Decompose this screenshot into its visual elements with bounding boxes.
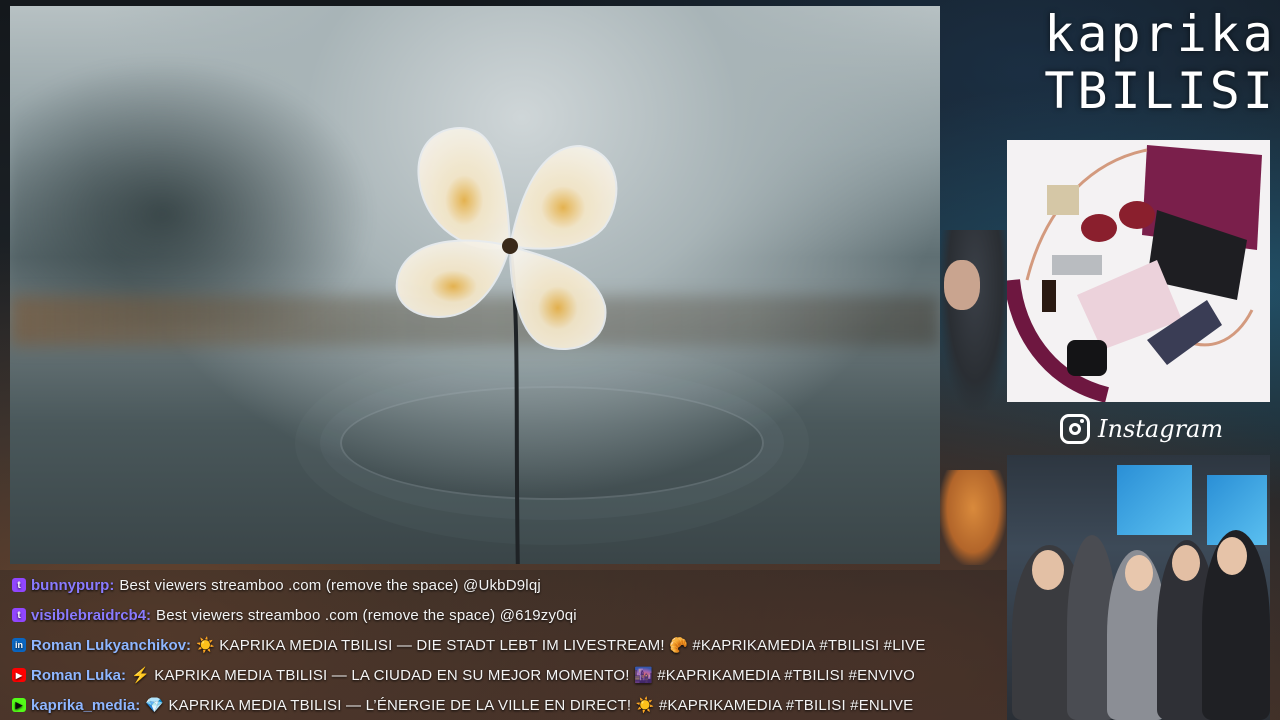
linkedin-icon: in xyxy=(12,638,26,652)
instagram-label: Instagram xyxy=(1098,415,1224,443)
chat-username: Roman Luka: xyxy=(31,666,127,684)
chat-text: ⚡ KAPRIKA MEDIA TBILISI — LA CIUDAD EN S… xyxy=(131,667,915,684)
chat-message: t visiblebraidrcb4: Best viewers streamb… xyxy=(12,600,577,630)
brand-name: kaprika xyxy=(1044,5,1276,63)
chat-overlay: t bunnypurp: Best viewers streamboo .com… xyxy=(0,570,1007,720)
kick-icon: ▶ xyxy=(12,698,26,712)
main-video-feed xyxy=(10,6,940,564)
person-photo xyxy=(940,230,1010,410)
chat-text: 💎 KAPRIKA MEDIA TBILISI — L’ÉNERGIE DE L… xyxy=(145,697,914,714)
chat-text: ☀️ KAPRIKA MEDIA TBILISI — DIE STADT LEB… xyxy=(196,637,926,654)
chat-username: bunnypurp: xyxy=(31,576,115,594)
forest-mist xyxy=(10,46,390,326)
chat-username: visiblebraidrcb4: xyxy=(31,606,152,624)
croissant-photo xyxy=(940,470,1006,565)
chat-message: ▶ Roman Luka: ⚡ KAPRIKA MEDIA TBILISI — … xyxy=(12,660,915,690)
twitch-icon: t xyxy=(12,578,26,592)
team-event-photo xyxy=(1007,455,1270,720)
flower-illustration xyxy=(395,127,618,564)
brand-logo-text: kaprika TBILISI xyxy=(1000,4,1276,118)
twitch-icon: t xyxy=(12,608,26,622)
instagram-icon xyxy=(1060,414,1090,444)
brand-city: TBILISI xyxy=(1044,62,1276,120)
instagram-handle-banner: Instagram xyxy=(1060,410,1223,448)
chat-text: Best viewers streamboo .com (remove the … xyxy=(156,606,577,624)
chat-text: Best viewers streamboo .com (remove the … xyxy=(119,576,541,594)
chat-message: in Roman Lukyanchikov: ☀️ KAPRIKA MEDIA … xyxy=(12,630,926,660)
chat-username: Roman Lukyanchikov: xyxy=(31,636,192,654)
chat-username: kaprika_media: xyxy=(31,696,141,714)
chat-message: ▶ kaprika_media: 💎 KAPRIKA MEDIA TBILISI… xyxy=(12,690,913,720)
youtube-icon: ▶ xyxy=(12,668,26,682)
chat-message: t bunnypurp: Best viewers streamboo .com… xyxy=(12,570,541,600)
products-photo xyxy=(1007,140,1270,402)
